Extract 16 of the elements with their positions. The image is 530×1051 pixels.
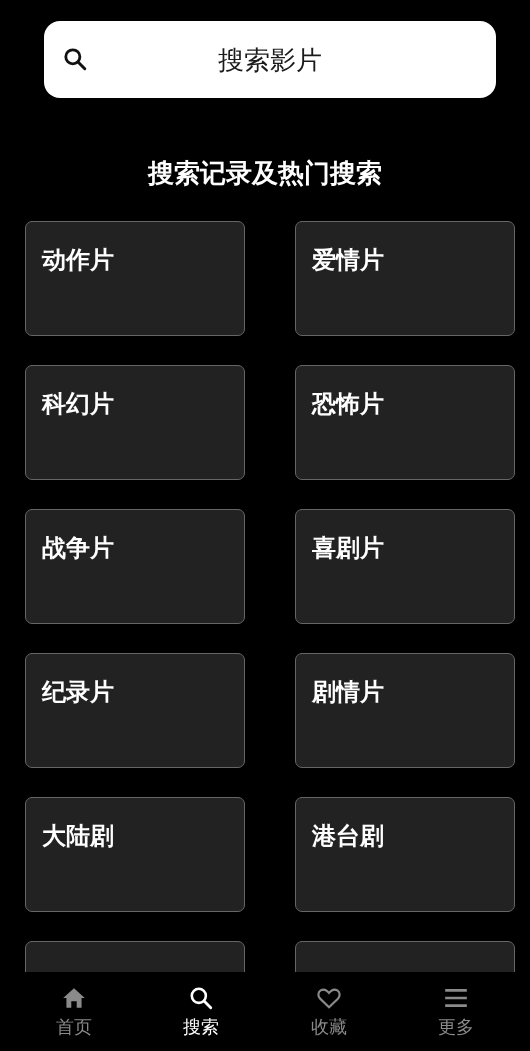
search-field[interactable]: 搜索影片 — [44, 21, 496, 98]
category-card[interactable]: 战争片 — [25, 509, 245, 624]
category-card[interactable]: 恐怖片 — [295, 365, 515, 480]
category-card[interactable]: 剧情片 — [295, 653, 515, 768]
category-card[interactable]: 港台剧 — [295, 797, 515, 912]
category-card[interactable]: 大陆剧 — [25, 797, 245, 912]
category-card[interactable]: 纪录片 — [25, 653, 245, 768]
nav-tab[interactable]: 首页 — [33, 984, 114, 1039]
section-title: 搜索记录及热门搜索 — [148, 157, 382, 190]
category-card[interactable]: 爱情片 — [295, 221, 515, 336]
nav-tab[interactable]: 收藏 — [288, 984, 369, 1039]
category-card[interactable]: 喜剧片 — [295, 509, 515, 624]
category-card[interactable]: 动作片 — [25, 221, 245, 336]
nav-tab[interactable]: 搜索 — [161, 984, 242, 1039]
category-card[interactable]: 科幻片 — [25, 365, 245, 480]
nav-tab[interactable]: 更多 — [416, 984, 497, 1039]
